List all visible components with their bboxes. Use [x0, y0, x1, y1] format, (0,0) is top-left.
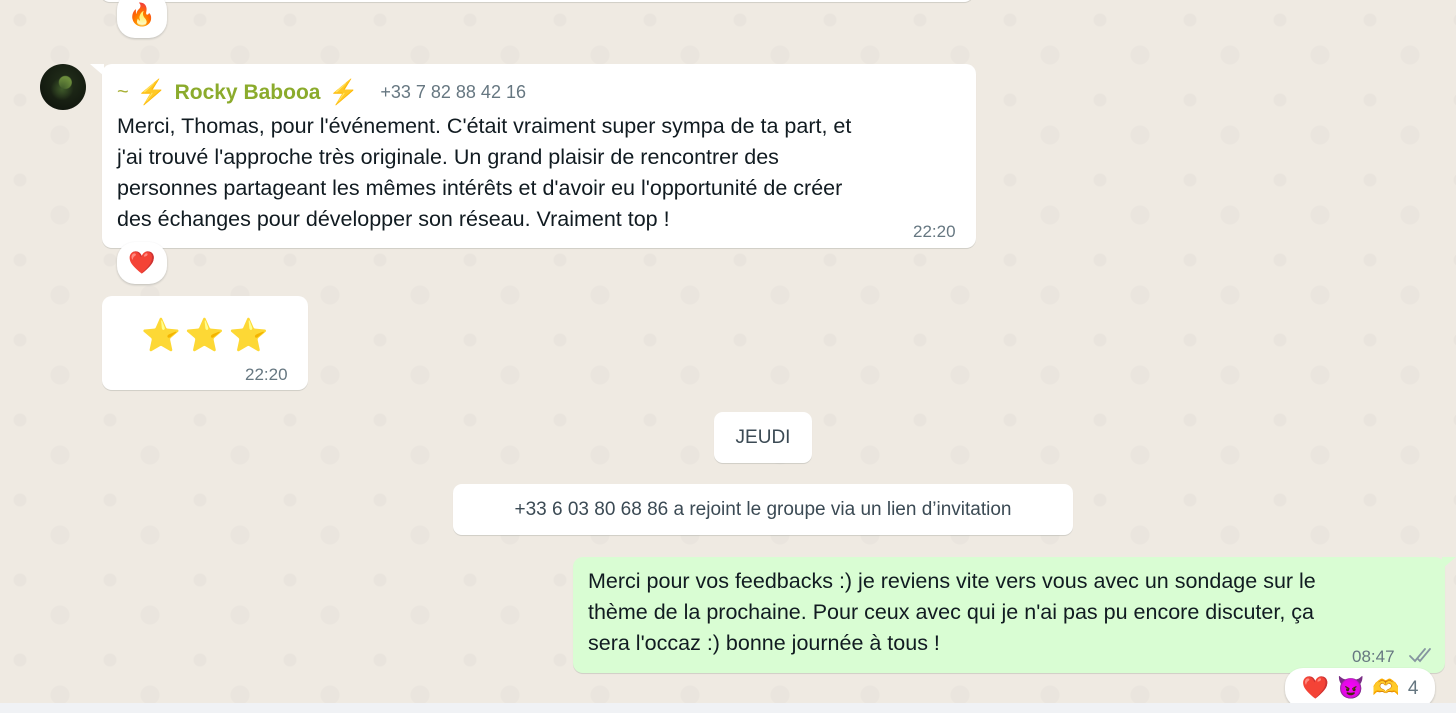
lightning-icon: ⚡ [328, 79, 359, 106]
outgoing-message-text: Merci pour vos feedbacks :) je reviens v… [588, 569, 1316, 655]
system-notice: +33 6 03 80 68 86 a rejoint le groupe vi… [453, 484, 1073, 535]
double-check-icon [1409, 648, 1431, 663]
outgoing-message-reactions[interactable]: ❤️ 😈 🫶 4 [1285, 668, 1435, 708]
system-notice-text: +33 6 03 80 68 86 a rejoint le groupe vi… [514, 498, 1012, 520]
reaction-count: 4 [1407, 677, 1419, 699]
incoming-message-time: 22:20 [913, 222, 956, 241]
composer-bar-edge [0, 703, 1456, 713]
fire-emoji-reaction: 🔥 [128, 2, 156, 27]
date-divider: JEUDI [714, 412, 812, 463]
outgoing-bubble-tail [1442, 557, 1456, 569]
stars-message-time: 22:20 [245, 365, 288, 384]
previous-message-reaction[interactable]: 🔥 [117, 0, 167, 38]
heart-emoji-reaction: ❤️ [1301, 675, 1329, 700]
outgoing-message-time: 08:47 [1352, 647, 1395, 666]
date-divider-label: JEUDI [735, 426, 791, 448]
sender-prefix: ~ [117, 81, 129, 103]
heart-emoji-reaction: ❤️ [128, 250, 156, 275]
sender-avatar[interactable] [40, 64, 86, 110]
sender-name[interactable]: Rocky Babooa [175, 81, 321, 105]
smiling-devil-emoji-reaction: 😈 [1337, 675, 1365, 700]
sender-phone[interactable]: +33 7 82 88 42 16 [380, 82, 526, 103]
incoming-message-reaction[interactable]: ❤️ [117, 242, 167, 284]
lightning-icon: ⚡ [136, 79, 167, 106]
incoming-message-text: Merci, Thomas, pour l'événement. C'était… [117, 114, 852, 231]
heart-hands-emoji-reaction: 🫶 [1372, 675, 1400, 700]
sender-header: ~ ⚡ Rocky Babooa ⚡ +33 7 82 88 42 16 [117, 78, 526, 107]
previous-message-bubble[interactable] [100, 0, 974, 2]
stars-emoji-content: ⭐⭐⭐ [141, 317, 273, 353]
